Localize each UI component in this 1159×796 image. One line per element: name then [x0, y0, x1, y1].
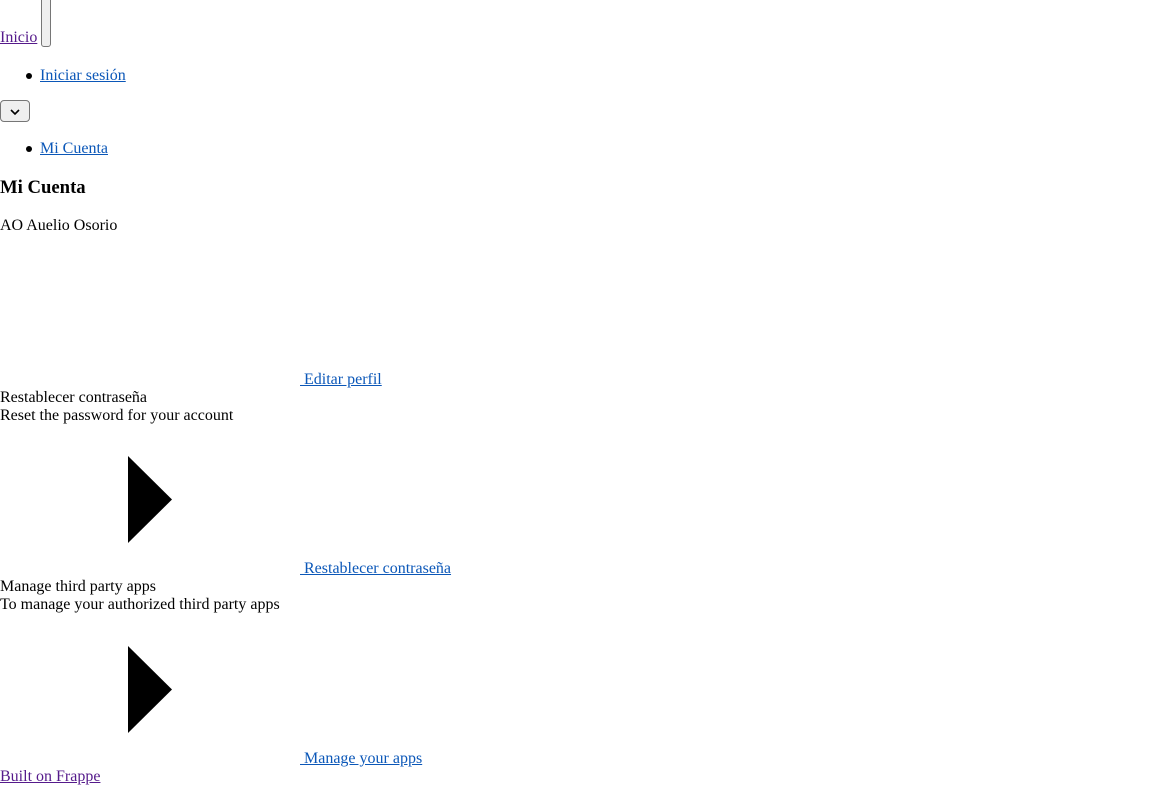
built-on-frappe-link[interactable]: Built on Frappe — [0, 768, 100, 786]
reset-password-title: Restablecer contraseña — [0, 389, 148, 406]
reset-password-label: Restablecer contraseña — [304, 560, 452, 577]
profile-summary: AO Auelio Osorio — [0, 217, 117, 235]
chevron-right-icon — [128, 456, 172, 543]
list-bullet — [26, 146, 32, 152]
profile-name: Auelio Osorio — [26, 217, 118, 234]
chevron-down-icon — [10, 104, 20, 119]
third-party-apps-title: Manage third party apps — [0, 578, 156, 595]
third-party-apps-description: To manage your authorized third party ap… — [0, 596, 280, 613]
reset-password-link[interactable]: Restablecer contraseña — [300, 560, 451, 578]
reset-password-description: Reset the password for your account — [0, 407, 234, 424]
edit-profile-link[interactable]: Editar perfil — [300, 371, 382, 389]
avatar: AO — [0, 217, 24, 234]
edit-profile-label: Editar perfil — [304, 371, 382, 388]
list-bullet — [26, 73, 32, 79]
login-link[interactable]: Iniciar sesión — [40, 67, 126, 85]
chevron-right-icon — [128, 646, 172, 733]
breadcrumb-my-account[interactable]: Mi Cuenta — [40, 140, 108, 158]
navbar-toggle-button[interactable] — [41, 0, 51, 47]
manage-apps-label: Manage your apps — [304, 750, 423, 767]
manage-apps-link[interactable]: Manage your apps — [300, 750, 422, 768]
home-link[interactable]: Inicio — [0, 29, 37, 47]
page-title: Mi Cuenta — [0, 177, 86, 198]
dropdown-toggle-button[interactable] — [0, 100, 30, 122]
